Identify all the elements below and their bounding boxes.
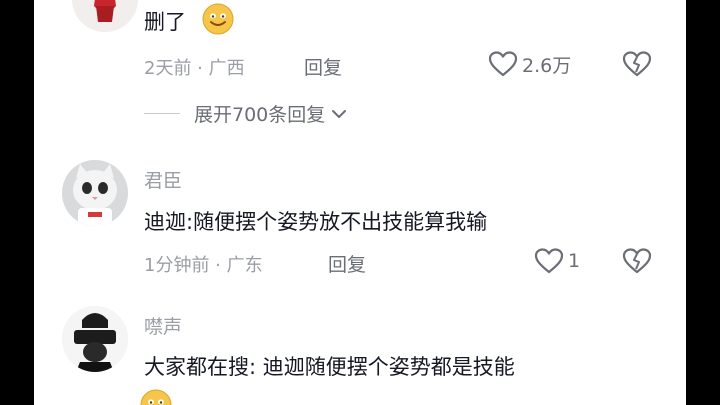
comment-time: 2天前 [144,58,192,79]
comment-meta: 1分钟前 · 广东 [144,251,263,277]
comment-username[interactable]: 噤声 [144,312,182,339]
avatar[interactable] [62,160,128,226]
meta-separator: · [191,58,209,79]
avatar[interactable] [62,306,128,372]
avatar-person-icon [62,306,128,372]
expand-replies-button[interactable]: 展开700条回复 [144,100,349,127]
broken-heart-icon[interactable] [622,247,652,275]
expand-divider [144,113,180,114]
broken-heart-icon[interactable] [622,50,652,78]
heart-outline-icon [488,51,518,77]
avatar[interactable] [72,0,138,32]
avatar-figure-icon [72,0,138,32]
reply-button[interactable]: 回复 [304,53,342,80]
grinning-face-icon [140,389,172,405]
like-button[interactable]: 2.6万 [488,50,571,78]
chevron-down-icon [332,109,347,118]
meta-separator: · [209,255,227,276]
avatar-cat-icon [62,160,128,226]
expand-replies-label: 展开700条回复 [194,104,326,126]
comment-username[interactable]: 君臣 [144,166,182,193]
comment-list: 删了 2天前 · 广西 回复 2.6万 展开700条回复 君臣 迪迦:随便摆个姿… [34,0,686,405]
comment-location: 广西 [208,58,245,79]
reply-button[interactable]: 回复 [328,250,366,277]
like-count: 2.6万 [522,54,572,77]
comment-text: 大家都在搜: 迪迦随便摆个姿势都是技能 [144,355,515,379]
comment-text: 迪迦:随便摆个姿势放不出技能算我输 [144,210,488,234]
comment-location: 广东 [226,255,263,276]
comment-text: 删了 [144,10,186,34]
comment-time: 1分钟前 [144,255,210,276]
heart-outline-icon [534,248,564,274]
grinning-face-icon [202,3,234,35]
like-count: 1 [568,250,581,272]
comment-meta: 2天前 · 广西 [144,54,245,80]
like-button[interactable]: 1 [534,247,580,275]
